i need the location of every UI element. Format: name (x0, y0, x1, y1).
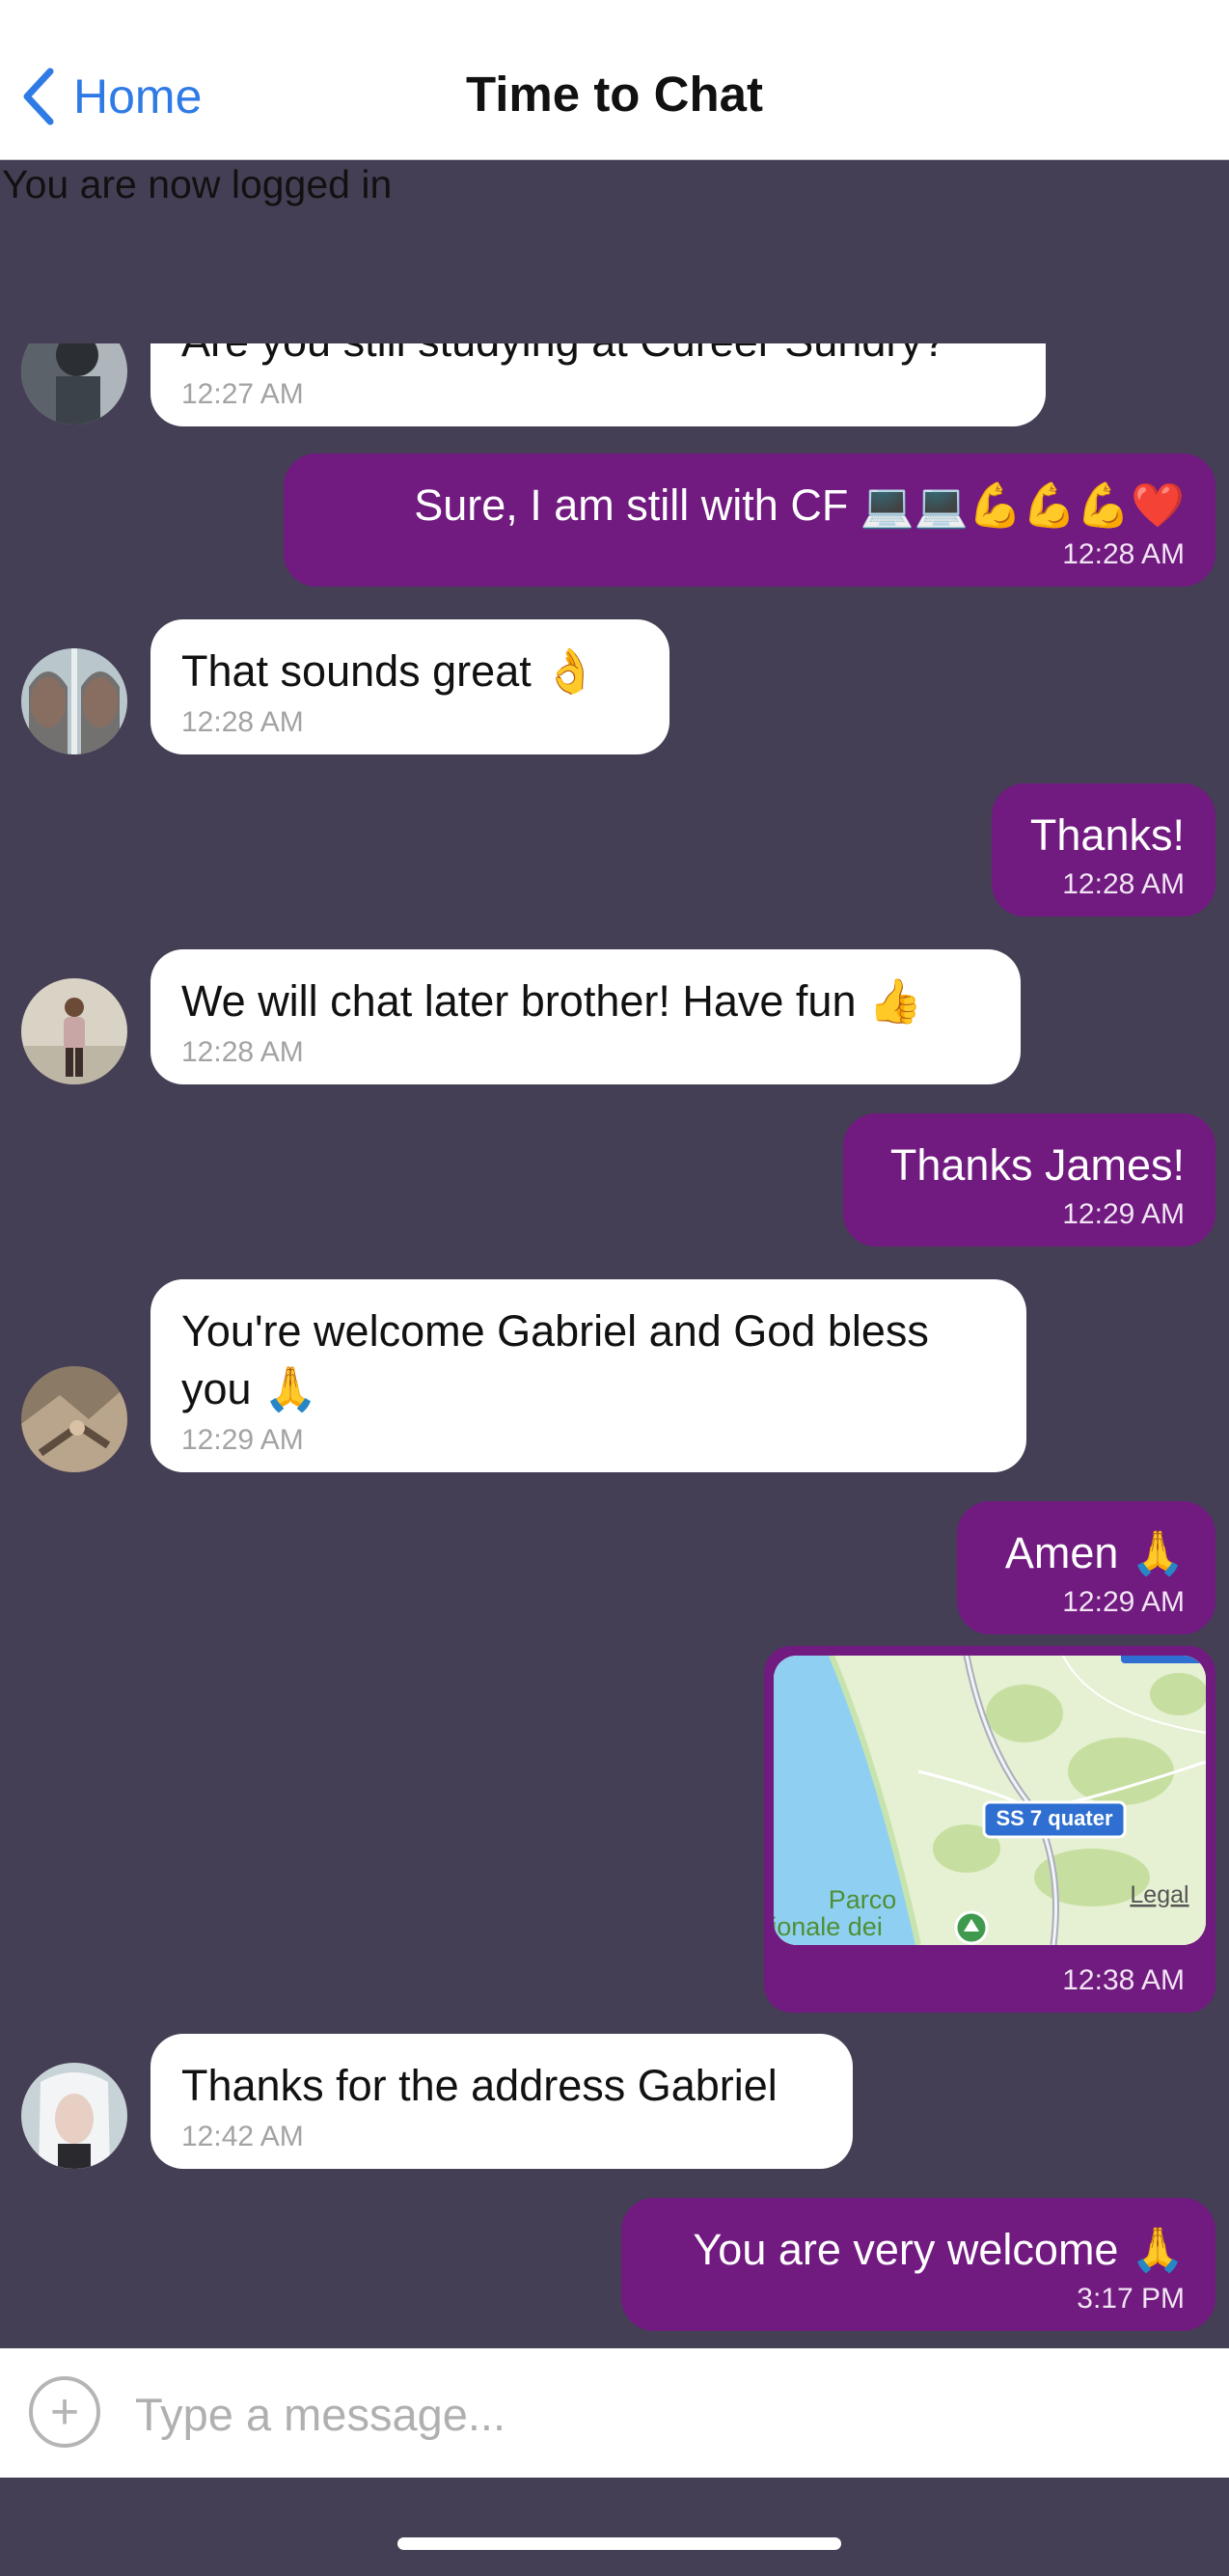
message-input[interactable] (133, 2370, 1198, 2458)
avatar[interactable] (21, 648, 127, 754)
message-timestamp: 12:27 AM (181, 378, 304, 410)
login-status-text: You are now logged in (2, 162, 393, 206)
message-list[interactable]: Are you still studying at Cureer Sundry?… (0, 343, 1229, 2348)
message-timestamp: 12:28 AM (181, 1036, 304, 1068)
message-timestamp: 12:28 AM (1062, 538, 1185, 570)
message-outgoing-location: SS 7 quater Parco egionale dei Legal 12:… (0, 1646, 1229, 2013)
message-outgoing: You are very welcome 🙏 3:17 PM (0, 2198, 1229, 2331)
message-timestamp: 12:42 AM (181, 2121, 304, 2152)
message-text: That sounds great 👌 (181, 646, 598, 696)
message-text: Thanks! (1029, 810, 1185, 860)
message-text: Are you still studying at Cureer Sundry? (181, 343, 946, 370)
map-place-label-line-2: egionale dei (774, 1912, 883, 1941)
page-title: Time to Chat (466, 67, 763, 122)
navigation-bar: Home Time to Chat (0, 0, 1229, 160)
message-bubble[interactable]: Thanks for the address Gabriel 12:42 AM (150, 2034, 853, 2169)
message-text-line-1: You're welcome Gabriel and God bless (181, 1306, 929, 1356)
avatar[interactable] (21, 2063, 127, 2169)
message-incoming: We will chat later brother! Have fun 👍 1… (0, 949, 1229, 1084)
message-bubble[interactable]: We will chat later brother! Have fun 👍 1… (150, 949, 1021, 1084)
message-bubble[interactable]: Sure, I am still with CF 💻💻💪💪💪❤️ 12:28 A… (284, 453, 1215, 587)
message-bubble[interactable]: Thanks James! 12:29 AM (843, 1113, 1215, 1247)
message-text: Amen 🙏 (1004, 1528, 1185, 1577)
message-outgoing: Thanks James! 12:29 AM (0, 1113, 1229, 1247)
message-text: You are very welcome 🙏 (693, 2225, 1185, 2274)
message-text: Thanks James! (889, 1140, 1185, 1190)
message-bubble[interactable]: Are you still studying at Cureer Sundry?… (150, 343, 1046, 426)
message-incoming: You're welcome Gabriel and God bless you… (0, 1279, 1229, 1472)
avatar[interactable] (21, 1366, 127, 1472)
message-incoming: Are you still studying at Cureer Sundry?… (0, 343, 1229, 426)
location-map[interactable]: SS 7 quater Parco egionale dei Legal (774, 1656, 1206, 1945)
avatar[interactable] (21, 343, 127, 425)
avatar[interactable] (21, 978, 127, 1084)
plus-circle-icon[interactable]: + (29, 2376, 100, 2448)
message-timestamp: 12:28 AM (181, 706, 304, 738)
message-outgoing: Sure, I am still with CF 💻💻💪💪💪❤️ 12:28 A… (0, 453, 1229, 587)
message-bubble[interactable]: Amen 🙏 12:29 AM (957, 1501, 1215, 1634)
map-legal-link[interactable]: Legal (1130, 1881, 1188, 1908)
map-place-label-line-1: Parco (829, 1885, 897, 1914)
map-road-label: SS 7 quater (996, 1806, 1112, 1830)
message-bubble[interactable]: You are very welcome 🙏 3:17 PM (621, 2198, 1215, 2331)
message-timestamp: 3:17 PM (1077, 2283, 1185, 2315)
message-text: Sure, I am still with CF 💻💻💪💪💪❤️ (414, 480, 1185, 530)
message-text: We will chat later brother! Have fun 👍 (181, 976, 923, 1026)
message-timestamp: 12:38 AM (1062, 1964, 1185, 1996)
message-timestamp: 12:28 AM (1062, 868, 1185, 900)
message-timestamp: 12:29 AM (1062, 1198, 1185, 1230)
message-timestamp: 12:29 AM (181, 1424, 304, 1456)
message-composer: + (0, 2348, 1229, 2478)
message-bubble[interactable]: That sounds great 👌 12:28 AM (150, 619, 669, 754)
message-timestamp: 12:29 AM (1062, 1586, 1185, 1618)
message-outgoing: Thanks! 12:28 AM (0, 783, 1229, 917)
message-outgoing: Amen 🙏 12:29 AM (0, 1501, 1229, 1634)
message-bubble[interactable]: You're welcome Gabriel and God bless you… (150, 1279, 1026, 1472)
message-text: Thanks for the address Gabriel (181, 2061, 778, 2110)
message-incoming: That sounds great 👌 12:28 AM (0, 619, 1229, 754)
location-message-bubble[interactable]: SS 7 quater Parco egionale dei Legal 12:… (764, 1646, 1215, 2013)
message-bubble[interactable]: Thanks! 12:28 AM (992, 783, 1215, 917)
message-incoming: Thanks for the address Gabriel 12:42 AM (0, 2034, 1229, 2169)
message-text-line-2: you 🙏 (181, 1364, 318, 1413)
home-indicator[interactable] (397, 2537, 841, 2550)
